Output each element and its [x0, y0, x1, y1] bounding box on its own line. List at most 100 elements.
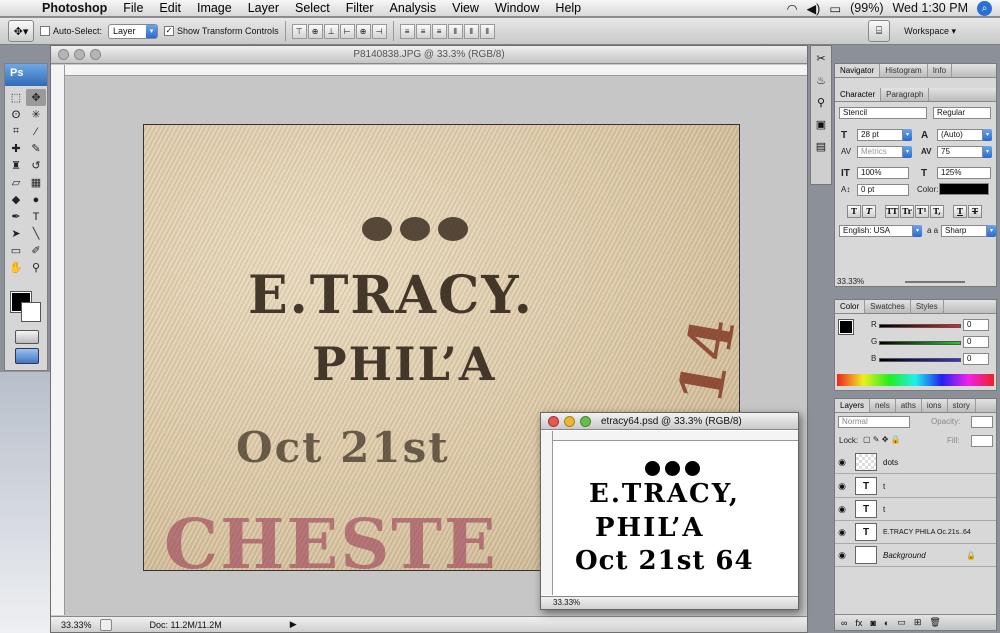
font-style-select[interactable]: Regular: [933, 107, 991, 119]
fx-icon[interactable]: fx: [855, 618, 862, 628]
distribute-vcenter-icon[interactable]: ≡: [415, 23, 431, 39]
fill-field[interactable]: [971, 435, 993, 447]
b-slider[interactable]: [879, 358, 961, 362]
app-menu[interactable]: Photoshop: [32, 1, 115, 15]
menu-select[interactable]: Select: [287, 1, 338, 15]
layer-row[interactable]: ◉ Background 🔒: [835, 544, 996, 567]
faux-bold-button[interactable]: T: [847, 205, 861, 218]
trash-icon[interactable]: 🗑: [929, 617, 940, 628]
close-button[interactable]: [548, 416, 559, 427]
actions-icon[interactable]: ▣: [811, 114, 831, 134]
zoom-field[interactable]: 33.33%: [553, 598, 580, 607]
crop-tool-icon[interactable]: ⌗: [6, 123, 26, 140]
distribute-top-icon[interactable]: ≡: [399, 23, 415, 39]
small-caps-button[interactable]: Tr: [900, 205, 914, 218]
antialias-select[interactable]: Sharp: [941, 225, 987, 237]
minimize-button[interactable]: [564, 416, 575, 427]
link-icon[interactable]: ∞: [841, 618, 847, 628]
tab-character[interactable]: Character: [835, 88, 882, 101]
faux-italic-button[interactable]: T: [862, 205, 876, 218]
tracking-field[interactable]: 75: [937, 146, 983, 158]
tab-swatches[interactable]: Swatches: [865, 300, 911, 313]
distribute-hcenter-icon[interactable]: ⦀: [463, 23, 479, 39]
fg-color-swatch[interactable]: [838, 319, 854, 335]
quick-mask-button[interactable]: [15, 330, 39, 344]
mask-icon[interactable]: ◙: [870, 618, 875, 628]
font-family-select[interactable]: Stencil: [839, 107, 927, 119]
color-ramp[interactable]: [837, 374, 994, 386]
group-icon[interactable]: ▭: [897, 617, 906, 628]
align-vcenter-icon[interactable]: ⊕: [307, 23, 323, 39]
document-titlebar[interactable]: P8140838.JPG @ 33.3% (RGB/8): [51, 46, 807, 64]
menu-edit[interactable]: Edit: [151, 1, 189, 15]
navigator-zoom-slider[interactable]: [905, 281, 965, 283]
zoom-tool-icon[interactable]: ⚲: [26, 259, 46, 276]
new-layer-icon[interactable]: ⊞: [914, 617, 922, 628]
subscript-button[interactable]: T,: [930, 205, 944, 218]
layer-row[interactable]: ◉ dots: [835, 451, 996, 474]
distribute-left-icon[interactable]: ⦀: [447, 23, 463, 39]
dropdown-arrow-icon[interactable]: ▾: [983, 129, 992, 141]
blur-tool-icon[interactable]: ◆: [6, 191, 26, 208]
g-field[interactable]: 0: [963, 336, 989, 348]
all-caps-button[interactable]: TT: [885, 205, 899, 218]
dropdown-arrow-icon[interactable]: ▾: [987, 225, 996, 237]
dropdown-arrow-icon[interactable]: ▾: [903, 129, 912, 141]
secondary-document-titlebar[interactable]: etracy64.psd @ 33.3% (RGB/8): [541, 413, 798, 430]
menu-help[interactable]: Help: [547, 1, 589, 15]
tab-paragraph[interactable]: Paragraph: [881, 88, 930, 101]
pen-tool-icon[interactable]: ✒: [6, 208, 26, 225]
eyedropper-tool-icon[interactable]: ⁄: [26, 123, 46, 140]
visibility-eye-icon[interactable]: ◉: [835, 527, 849, 538]
eyedropper2-tool-icon[interactable]: ✐: [26, 242, 46, 259]
blend-mode-select[interactable]: Normal: [838, 416, 910, 428]
visibility-eye-icon[interactable]: ◉: [835, 550, 849, 561]
tab-info[interactable]: Info: [928, 64, 953, 77]
volume-icon[interactable]: ◀): [807, 1, 821, 16]
auto-select-checkbox[interactable]: Auto-Select:: [40, 26, 102, 37]
visibility-eye-icon[interactable]: ◉: [835, 504, 849, 515]
tab-histogram[interactable]: Histogram: [880, 64, 928, 77]
minimize-button[interactable]: [74, 49, 85, 60]
brush-tool-icon[interactable]: ✎: [26, 140, 46, 157]
eraser-tool-icon[interactable]: ▱: [6, 174, 26, 191]
menu-image[interactable]: Image: [189, 1, 240, 15]
tab-channels[interactable]: nels: [870, 399, 896, 412]
text-color-swatch[interactable]: [939, 183, 989, 195]
zoom-button[interactable]: [580, 416, 591, 427]
hand-tool-icon[interactable]: ✋: [6, 259, 26, 276]
dropdown-arrow-icon[interactable]: ▾: [913, 225, 922, 237]
superscript-button[interactable]: T¹: [915, 205, 929, 218]
dodge-tool-icon[interactable]: ●: [26, 191, 46, 208]
strikethrough-button[interactable]: T: [968, 205, 982, 218]
auto-select-dropdown[interactable]: Layer ▾: [108, 23, 159, 39]
battery-icon[interactable]: ▭: [829, 1, 841, 16]
move-tool-icon[interactable]: ✥: [26, 89, 46, 106]
tab-history[interactable]: story: [948, 399, 976, 412]
underline-button[interactable]: T: [953, 205, 967, 218]
wifi-icon[interactable]: ◠: [787, 1, 798, 16]
zoom-field[interactable]: 33.33%: [61, 620, 92, 630]
adjustment-icon[interactable]: ◐: [884, 618, 889, 628]
background-color-swatch[interactable]: [21, 302, 41, 322]
tab-layers[interactable]: Layers: [835, 399, 871, 412]
lasso-tool-icon[interactable]: ʘ: [6, 106, 26, 123]
vertical-scale-field[interactable]: 100%: [857, 167, 909, 179]
tab-color[interactable]: Color: [835, 300, 866, 313]
history-brush-tool-icon[interactable]: ↺: [26, 157, 46, 174]
magic-wand-tool-icon[interactable]: ✳: [26, 106, 46, 123]
clone-stamp-tool-icon[interactable]: ♜: [6, 157, 26, 174]
menu-filter[interactable]: Filter: [338, 1, 382, 15]
tab-paths[interactable]: aths: [896, 399, 922, 412]
bridge-button[interactable]: ⌸: [868, 20, 891, 42]
visibility-eye-icon[interactable]: ◉: [835, 481, 849, 492]
path-selection-tool-icon[interactable]: ➤: [6, 225, 26, 242]
workspace-menu[interactable]: Workspace ▾: [904, 26, 956, 37]
dropdown-arrow-icon[interactable]: ▾: [983, 146, 992, 158]
tab-actions[interactable]: ions: [922, 399, 948, 412]
spotlight-icon[interactable]: ⌕: [977, 0, 992, 16]
line-tool-icon[interactable]: ╲: [26, 225, 46, 242]
close-button[interactable]: [58, 49, 69, 60]
history-icon[interactable]: ▤: [811, 136, 831, 156]
opacity-field[interactable]: [971, 416, 993, 428]
